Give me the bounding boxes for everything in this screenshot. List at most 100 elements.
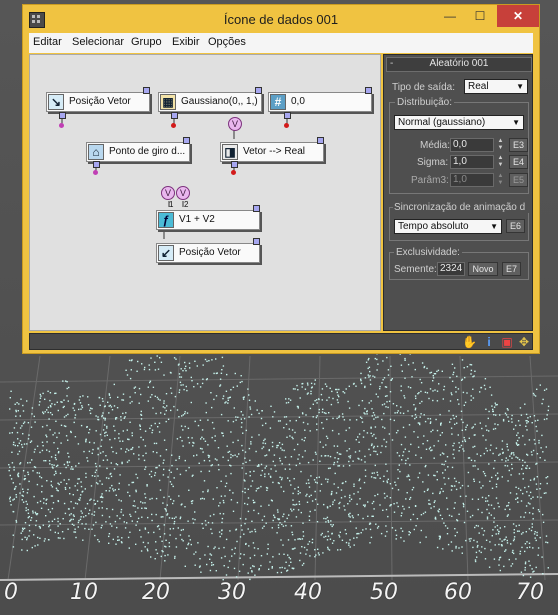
sigma-key-button[interactable]: E4 [509, 155, 528, 169]
axis-label: 20 [142, 580, 170, 605]
param3-key-button[interactable]: E5 [509, 173, 528, 187]
grid-icon[interactable]: ▣ [500, 335, 514, 349]
node-valor[interactable]: # 0,0 [268, 92, 372, 112]
chevron-down-icon: ▼ [512, 118, 520, 127]
node-label: V1 + V2 [179, 214, 215, 225]
axis-label: 50 [370, 580, 398, 605]
data-icon-window: Ícone de dados 001 — ☐ ✕ Editar Selecion… [22, 4, 540, 354]
rollout-title: Aleatório 001 [429, 58, 489, 69]
axis-label: 60 [444, 580, 472, 605]
node-label: Posição Vetor [179, 247, 241, 258]
menu-selecionar[interactable]: Selecionar [72, 36, 124, 48]
mean-input[interactable]: 0,0 [450, 138, 494, 152]
axis-label: 10 [70, 580, 98, 605]
node-pin[interactable] [231, 170, 236, 175]
info-icon[interactable]: i [482, 335, 496, 349]
sync-value: Tempo absoluto [398, 221, 469, 232]
menu-grupo[interactable]: Grupo [131, 36, 162, 48]
properties-panel: - Aleatório 001 Tipo de saída: Real ▼ Dis… [383, 54, 533, 331]
vector-position-icon: ↙ [158, 245, 174, 261]
port-number: 2 [184, 200, 189, 209]
sync-select[interactable]: Tempo absoluto ▼ [394, 219, 502, 234]
hand-icon[interactable]: ✋ [462, 335, 477, 349]
menu-exibir[interactable]: Exibir [172, 36, 200, 48]
close-button[interactable]: ✕ [497, 5, 539, 27]
node-output-port[interactable] [317, 137, 324, 144]
node-pin[interactable] [171, 123, 176, 128]
output-type-label: Tipo de saída: [392, 82, 456, 93]
rollout-header[interactable]: - Aleatório 001 [386, 57, 532, 72]
seed-input[interactable]: 2324 [437, 262, 465, 276]
node-canvas[interactable]: ↘ Posição Vetor ▦ Gaussiano(0,, 1,) # 0,… [29, 54, 381, 331]
chevron-down-icon: ▼ [516, 82, 524, 91]
param3-label: Parâm3: [411, 175, 449, 186]
node-input-port[interactable] [231, 161, 238, 168]
menu-editar[interactable]: Editar [33, 36, 62, 48]
node-output-port[interactable] [253, 205, 260, 212]
distribution-label: Distribuição: [395, 97, 455, 108]
axis-label: 40 [294, 580, 322, 605]
node-vetor-real[interactable]: ◨ Vetor --> Real [220, 142, 324, 162]
node-input-port[interactable] [284, 112, 291, 119]
title-bar[interactable]: Ícone de dados 001 — ☐ ✕ [23, 5, 539, 33]
status-bar: ✋ i ▣ ✥ [29, 333, 533, 350]
node-label: Ponto de giro d... [109, 146, 186, 157]
param3-input[interactable]: 1,0 [450, 173, 494, 187]
move-icon[interactable]: ✥ [517, 335, 531, 349]
node-input-port[interactable] [171, 112, 178, 119]
output-type-select[interactable]: Real ▼ [464, 79, 528, 94]
node-posicao-vetor[interactable]: ↘ Posição Vetor [46, 92, 150, 112]
new-seed-button[interactable]: Novo [468, 262, 498, 276]
node-output-port[interactable] [183, 137, 190, 144]
mean-key-button[interactable]: E3 [509, 138, 528, 152]
vector-position-icon: ↘ [48, 94, 64, 110]
node-pin[interactable] [59, 123, 64, 128]
node-input-port[interactable] [59, 112, 66, 119]
node-gaussiano[interactable]: ▦ Gaussiano(0,, 1,) [158, 92, 262, 112]
axis-label: 30 [218, 580, 246, 605]
maximize-button[interactable]: ☐ [465, 5, 495, 27]
input-bubble-v2[interactable]: V [176, 186, 190, 200]
menu-opcoes[interactable]: Opções [208, 36, 246, 48]
axis-label: 0 [4, 580, 18, 605]
node-output-port[interactable] [255, 87, 262, 94]
number-icon: # [270, 94, 286, 110]
distribution-value: Normal (gaussiano) [398, 117, 486, 128]
node-output-port[interactable] [143, 87, 150, 94]
port-number: 1 [169, 200, 174, 209]
spinner-arrows[interactable]: ▲ ▼ [496, 173, 505, 187]
node-label: Gaussiano(0,, 1,) [181, 96, 258, 107]
spinner-arrows[interactable]: ▲ ▼ [496, 138, 505, 152]
node-pin[interactable] [284, 123, 289, 128]
node-output-port[interactable] [253, 238, 260, 245]
node-posicao-vetor-saida[interactable]: ↙ Posição Vetor [156, 243, 260, 263]
uniqueness-label: Exclusividade: [394, 247, 462, 258]
distribution-select[interactable]: Normal (gaussiano) ▼ [394, 115, 524, 130]
node-input-port[interactable] [93, 161, 100, 168]
node-output-port[interactable] [365, 87, 372, 94]
spinner-arrows[interactable]: ▲ ▼ [496, 155, 505, 169]
sigma-label: Sigma: [417, 157, 449, 168]
mean-label: Média: [420, 140, 451, 151]
sigma-input[interactable]: 1,0 [450, 155, 494, 169]
node-soma[interactable]: ƒ V1 + V2 [156, 210, 260, 230]
axis-label: 70 [516, 580, 544, 605]
menu-bar: Editar Selecionar Grupo Exibir Opções [29, 33, 533, 53]
node-ponto-de-giro[interactable]: ⌂ Ponto de giro d... [86, 142, 190, 162]
seed-key-button[interactable]: E7 [502, 262, 521, 276]
chevron-down-icon: ▼ [490, 222, 498, 231]
input-bubble-v[interactable]: V [228, 117, 242, 131]
sync-label: Sincronização de animação d [393, 202, 529, 213]
sync-key-button[interactable]: E6 [506, 219, 525, 233]
node-label: Vetor --> Real [243, 146, 305, 157]
random-icon: ▦ [160, 94, 176, 110]
node-label: Posição Vetor [69, 96, 131, 107]
seed-label: Semente: [394, 264, 437, 275]
convert-icon: ◨ [222, 144, 238, 160]
input-bubble-v1[interactable]: V [161, 186, 175, 200]
node-label: 0,0 [291, 96, 305, 107]
minimize-button[interactable]: — [435, 5, 465, 27]
output-type-value: Real [468, 81, 489, 92]
node-pin[interactable] [93, 170, 98, 175]
function-icon: ƒ [158, 212, 174, 228]
